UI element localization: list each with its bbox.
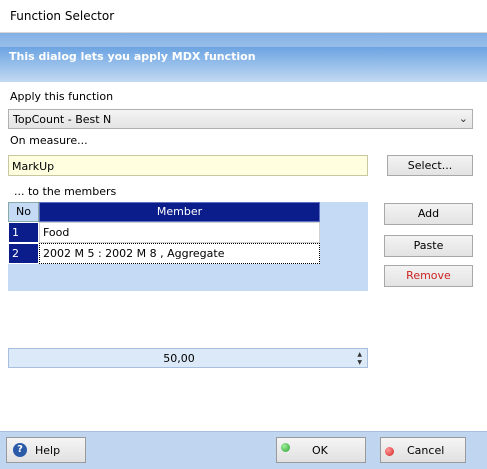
help-label: Help [35,444,61,457]
banner-text: This dialog lets you apply MDX function [9,50,256,63]
measure-label: On measure... [10,134,88,147]
title-bar: Function Selector [0,0,487,33]
member-cell[interactable]: Food [39,222,320,243]
spin-up-icon[interactable]: ▲ [357,351,362,358]
table-row[interactable]: 1 Food [8,222,320,243]
member-cell[interactable]: 2002 M 5 : 2002 M 8 , Aggregate [39,243,320,264]
row-number: 1 [8,222,39,243]
add-button[interactable]: Add [384,203,473,225]
measure-field[interactable]: MarkUp [8,155,368,176]
info-banner: This dialog lets you apply MDX function [0,33,487,82]
cancel-status-icon [385,447,394,456]
chevron-down-icon[interactable]: ⌄ [459,112,468,125]
parameter-stepper[interactable]: 50,00 ▲ ▼ [8,348,368,368]
table-row[interactable]: 2 2002 M 5 : 2002 M 8 , Aggregate [8,243,320,264]
select-measure-button[interactable]: Select... [387,155,473,176]
measure-value: MarkUp [12,160,55,173]
parameter-value: 50,00 [163,352,195,365]
spin-down-icon[interactable]: ▼ [357,359,362,366]
ok-status-icon [281,443,290,452]
members-label: ... to the members [14,185,117,198]
function-select[interactable]: TopCount - Best N ⌄ [8,109,473,129]
paste-button[interactable]: Paste [384,235,473,257]
help-icon: ? [13,443,27,457]
column-header-member[interactable]: Member [39,202,320,222]
row-number: 2 [8,243,39,264]
column-header-no[interactable]: No [8,202,39,222]
help-button[interactable]: ? Help [6,437,86,463]
function-select-value: TopCount - Best N [13,113,112,126]
banner-highlight [0,33,487,47]
members-grid[interactable]: No Member 1 Food 2 2002 M 5 : 2002 M 8 ,… [8,202,368,291]
ok-label: OK [312,444,328,457]
window-title: Function Selector [10,9,115,23]
ok-button[interactable]: OK [276,437,366,463]
cancel-button[interactable]: Cancel [380,437,466,463]
remove-button[interactable]: Remove [384,265,473,287]
apply-function-label: Apply this function [10,90,114,103]
cancel-label: Cancel [407,444,445,457]
